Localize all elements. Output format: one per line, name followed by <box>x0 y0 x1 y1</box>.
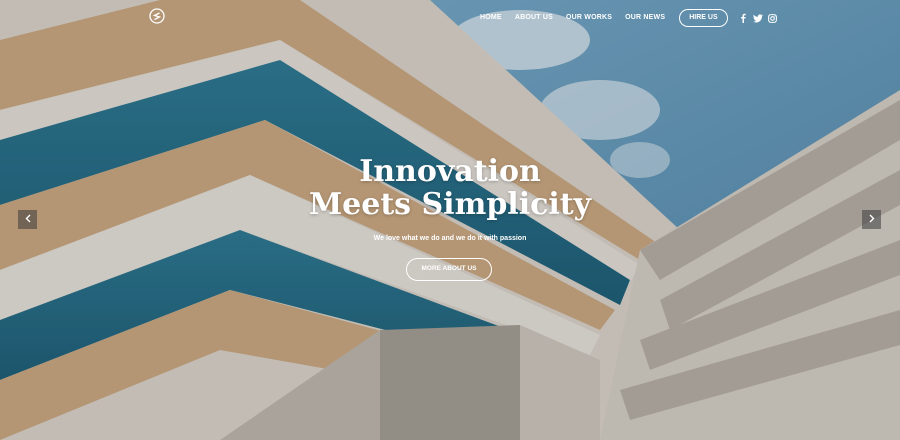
slider-prev-button[interactable] <box>18 210 37 229</box>
nav-about-us[interactable]: ABOUT US <box>515 10 553 26</box>
hire-us-button[interactable]: HIRE US <box>679 9 728 27</box>
instagram-icon[interactable] <box>768 13 778 23</box>
more-about-us-button[interactable]: MORE ABOUT US <box>406 258 492 281</box>
nav-our-news[interactable]: OUR NEWS <box>625 10 665 26</box>
hero-title: Innovation Meets Simplicity <box>0 155 900 221</box>
hero-slider: HOME ABOUT US OUR WORKS OUR NEWS HIRE US… <box>0 0 900 440</box>
main-navigation: HOME ABOUT US OUR WORKS OUR NEWS HIRE US <box>480 9 783 27</box>
hero-tagline: We love what we do and we do it with pas… <box>373 235 527 242</box>
s-logo-icon[interactable] <box>149 8 165 24</box>
twitter-icon[interactable] <box>752 13 763 23</box>
slider-next-button[interactable] <box>862 210 881 229</box>
facebook-icon[interactable] <box>738 13 748 23</box>
nav-our-works[interactable]: OUR WORKS <box>566 10 612 26</box>
chevron-right-icon <box>869 214 875 226</box>
chevron-left-icon <box>25 214 31 226</box>
nav-home[interactable]: HOME <box>480 10 502 26</box>
hero-title-line-2: Meets Simplicity <box>308 187 592 222</box>
hero-title-line-1: Innovation <box>359 154 541 189</box>
social-links <box>738 13 783 23</box>
